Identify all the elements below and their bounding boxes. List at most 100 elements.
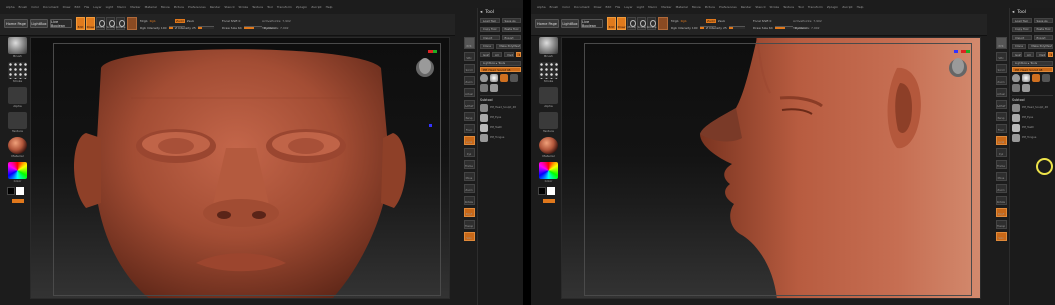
current-tool-name[interactable]: PM_Head_Sculpt 48 (1012, 67, 1053, 72)
menu-item-render[interactable]: Render (741, 5, 752, 12)
move-button[interactable]: Move (96, 17, 105, 30)
subtool-item[interactable]: PM_Tongue (480, 133, 521, 142)
paste-tool-button[interactable]: Paste Tool (1033, 26, 1053, 32)
tool-thumb-head[interactable] (480, 73, 488, 82)
menu-item-alpha[interactable]: Alpha (6, 5, 15, 12)
menu-item-help[interactable]: Help (326, 5, 333, 12)
alpha-selector[interactable]: Alpha (7, 87, 28, 108)
menu-item-document[interactable]: Document (574, 5, 590, 12)
make-polymesh-button[interactable]: Make PolyMesh3D (1028, 43, 1053, 49)
floor-button[interactable]: Floor (995, 124, 1007, 133)
subtool-item[interactable]: PM_Teeth (480, 123, 521, 132)
canvas-viewport[interactable] (561, 37, 981, 299)
aahalf-button[interactable]: AAHalf (995, 100, 1007, 109)
focal-shift-slider[interactable]: Focal Shift 0 (753, 18, 771, 23)
frame-button[interactable]: Frame (463, 160, 475, 169)
menu-item-picture[interactable]: Picture (174, 5, 184, 12)
scroll-button[interactable]: Scroll (463, 64, 475, 73)
zoom-button[interactable]: Zoom (463, 76, 475, 85)
focal-shift-slider[interactable]: Focal Shift 0 (222, 18, 240, 23)
move-view-button[interactable]: Move (463, 172, 475, 181)
menu-item-alpha[interactable]: Alpha (537, 5, 546, 12)
tool-thumb-star[interactable] (510, 73, 518, 82)
brush-selector[interactable]: Brush (7, 37, 28, 58)
transp-button[interactable]: Transp (463, 220, 475, 229)
menu-item-transform[interactable]: Transform (808, 5, 823, 12)
tool-thumb-head2[interactable] (490, 83, 498, 92)
menu-item-file[interactable]: File (615, 5, 620, 12)
menu-bar[interactable]: Alpha Brush Color Document Draw Edit File Layer… (0, 5, 523, 12)
scale-button[interactable]: Scale (637, 17, 646, 30)
subtool-item[interactable]: PM_Eyes (480, 113, 521, 122)
solo-button[interactable]: Solo (463, 232, 475, 241)
rotate-button[interactable]: Rotate (647, 17, 656, 30)
zoom-button[interactable]: Zoom (995, 76, 1007, 85)
material-swatch-button[interactable] (127, 17, 137, 30)
transp-button[interactable]: Transp (995, 220, 1007, 229)
draw-button[interactable]: Draw (86, 17, 95, 30)
export-button[interactable]: Export (501, 35, 521, 40)
tool-thumb-simple-brush[interactable] (1032, 73, 1040, 82)
all-button[interactable]: All (1024, 52, 1034, 57)
home-page-button[interactable]: Home Page (4, 19, 28, 28)
material-selector[interactable]: Material (538, 137, 559, 158)
save-as-button[interactable]: Save As (501, 18, 521, 23)
color-picker[interactable]: Color (7, 162, 28, 183)
menu-item-light[interactable]: Light (106, 5, 114, 12)
material-selector[interactable]: Material (7, 137, 28, 158)
edit-button[interactable]: Edit (76, 17, 85, 30)
menu-item-texture[interactable]: Texture (252, 5, 263, 12)
import-button[interactable]: Import (1012, 35, 1032, 40)
persp-button[interactable]: Persp (463, 112, 475, 121)
import-button[interactable]: Import (480, 35, 500, 40)
persp-button[interactable]: Persp (995, 112, 1007, 121)
clone-button[interactable]: Clone (480, 43, 495, 49)
subtool-item[interactable]: PM_Eyes (1012, 113, 1053, 122)
menu-item-movie[interactable]: Movie (161, 5, 170, 12)
menu-item-zscript[interactable]: Zscript (842, 5, 852, 12)
local-button[interactable]: Local (995, 136, 1007, 145)
menu-item-marker[interactable]: Marker (661, 5, 671, 12)
menu-item-draw[interactable]: Draw (594, 5, 602, 12)
copy-tool-button[interactable]: Copy Tool (1012, 26, 1032, 32)
menu-item-macro[interactable]: Macro (117, 5, 126, 12)
menu-item-edit[interactable]: Edit (74, 5, 80, 12)
menu-item-brush[interactable]: Brush (19, 5, 28, 12)
zadd-toggle[interactable]: Zadd Zsub (706, 18, 725, 23)
menu-bar[interactable]: Alpha Brush Color Document Draw Edit File Layer… (531, 5, 1055, 12)
tool-thumb-star[interactable] (1042, 73, 1050, 82)
tool-thumb-sphere[interactable] (1022, 73, 1030, 82)
material-swatch-button[interactable] (658, 17, 668, 30)
polyf-button[interactable]: PolyF (463, 208, 475, 217)
move-view-button[interactable]: Move (995, 172, 1007, 181)
frame-button[interactable]: Frame (995, 160, 1007, 169)
save-as-button[interactable]: Save As (1033, 18, 1053, 23)
menu-item-layer[interactable]: Layer (624, 5, 632, 12)
actual-button[interactable]: Actual (463, 88, 475, 97)
texture-selector[interactable]: Texture (538, 112, 559, 133)
solo-button[interactable]: Solo (995, 232, 1007, 241)
menu-item-marker[interactable]: Marker (130, 5, 140, 12)
stroke-selector[interactable]: Stroke (7, 62, 28, 83)
menu-item-preferences[interactable]: Preferences (719, 5, 737, 12)
menu-item-stroke[interactable]: Stroke (239, 5, 249, 12)
clone-button[interactable]: Clone (1012, 43, 1027, 49)
draw-button[interactable]: Draw (617, 17, 626, 30)
zadd-toggle[interactable]: Zadd Zsub (175, 18, 194, 23)
menu-item-texture[interactable]: Texture (783, 5, 794, 12)
current-tool-name[interactable]: PM_Head_Sculpt 48 (480, 67, 521, 72)
menu-item-edit[interactable]: Edit (605, 5, 611, 12)
export-button[interactable]: Export (1033, 35, 1053, 40)
xyz-button[interactable]: Xyz (995, 148, 1007, 157)
alpha-selector[interactable]: Alpha (538, 87, 559, 108)
canvas-viewport[interactable] (30, 37, 450, 299)
copy-tool-button[interactable]: Copy Tool (480, 26, 500, 32)
subtool-item[interactable]: PM_Tongue (1012, 133, 1053, 142)
color-picker[interactable]: Color (538, 162, 559, 183)
tool-thumb-head[interactable] (1012, 73, 1020, 82)
mrgb-toggle[interactable]: Mrgb Rgb (140, 18, 155, 23)
rotate-view-button[interactable]: Rotate (995, 196, 1007, 205)
floor-button[interactable]: Floor (463, 124, 475, 133)
tool-thumb-polymesh[interactable] (1012, 83, 1020, 92)
all-button[interactable]: All (492, 52, 502, 57)
